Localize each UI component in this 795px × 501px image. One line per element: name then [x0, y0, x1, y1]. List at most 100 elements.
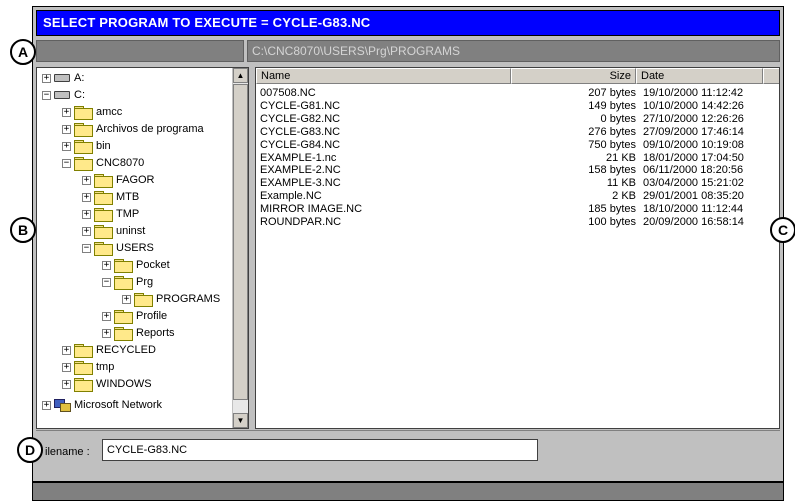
open-folder-icon	[134, 293, 153, 307]
expand-icon[interactable]: +	[62, 362, 71, 372]
tree-item-label: Archivos de programa	[96, 123, 204, 135]
scroll-up-button[interactable]: ▲	[233, 68, 248, 83]
file-size: 750 bytes	[588, 138, 636, 151]
collapse-icon[interactable]: −	[102, 277, 111, 287]
expand-icon[interactable]: +	[62, 345, 71, 355]
file-list-panel[interactable]: Name Size Date 007508.NC 207 bytes 19/10/2…	[255, 67, 780, 429]
expand-icon[interactable]: +	[102, 328, 111, 338]
expand-icon[interactable]: +	[62, 379, 71, 389]
tree-item-label: Microsoft Network	[74, 399, 163, 411]
expand-icon[interactable]: +	[82, 175, 91, 185]
folder-icon	[94, 191, 113, 205]
tree-item[interactable]: + Profile	[102, 309, 168, 324]
expand-icon[interactable]: +	[82, 209, 91, 219]
tree-item[interactable]: + Pocket	[102, 258, 170, 273]
tree-item[interactable]: + RECYCLED	[62, 343, 156, 358]
collapse-icon[interactable]: −	[82, 243, 91, 253]
file-size: 207 bytes	[588, 87, 636, 99]
file-size: 21 KB	[606, 151, 636, 164]
tree-item[interactable]: + MTB	[82, 190, 139, 205]
scroll-down-button[interactable]: ▼	[233, 413, 248, 428]
tree-item[interactable]: + Archivos de programa	[62, 122, 204, 137]
file-row[interactable]: MIRROR IMAGE.NC 185 bytes 18/10/2000 11:12…	[256, 203, 776, 215]
tree-item[interactable]: − USERS	[82, 241, 154, 256]
tree-item[interactable]: + TMP	[82, 207, 139, 222]
expand-icon[interactable]: +	[42, 73, 51, 83]
drive-icon	[54, 74, 70, 82]
filename-label: ilename :	[45, 446, 90, 458]
tree-item[interactable]: − C:	[42, 88, 85, 102]
tree-item-label: RECYCLED	[96, 344, 156, 356]
filename-input[interactable]	[102, 439, 538, 461]
tree-item[interactable]: + PROGRAMS	[122, 292, 220, 307]
tree-item[interactable]: − CNC8070	[62, 156, 144, 171]
folder-icon	[94, 174, 113, 188]
file-name: EXAMPLE-1.nc	[260, 151, 337, 164]
collapse-icon[interactable]: −	[62, 158, 71, 168]
tree-item[interactable]: + bin	[62, 139, 111, 154]
column-header-size[interactable]: Size	[511, 68, 636, 84]
status-strip	[32, 482, 784, 501]
file-row[interactable]: EXAMPLE-2.NC 158 bytes 06/11/2000 18:20:56	[256, 164, 776, 176]
expand-icon[interactable]: +	[102, 311, 111, 321]
column-header-name[interactable]: Name	[256, 68, 511, 84]
tree-item-label: WINDOWS	[96, 378, 152, 390]
file-row[interactable]: CYCLE-G81.NC 149 bytes 10/10/2000 14:42:26	[256, 100, 776, 112]
file-row[interactable]: CYCLE-G82.NC 0 bytes 27/10/2000 12:26:26	[256, 113, 776, 125]
collapse-icon[interactable]: −	[42, 90, 51, 100]
file-size: 158 bytes	[588, 164, 636, 177]
current-path: C:\CNC8070\USERS\Prg\PROGRAMS	[247, 40, 780, 62]
tree-item-label: bin	[96, 140, 111, 152]
tree-item[interactable]: + A:	[42, 71, 84, 85]
path-bar-left	[36, 40, 244, 62]
file-size: 149 bytes	[588, 99, 636, 112]
file-row[interactable]: ROUNDPAR.NC 100 bytes 20/09/2000 16:58:14	[256, 216, 776, 228]
scroll-thumb[interactable]	[233, 84, 248, 400]
tree-item[interactable]: + FAGOR	[82, 173, 155, 188]
file-row[interactable]: Example.NC 2 KB 29/01/2001 08:35:20	[256, 190, 776, 202]
expand-icon[interactable]: +	[82, 192, 91, 202]
expand-icon[interactable]: +	[42, 400, 51, 410]
file-date: 29/01/2001 08:35:20	[643, 190, 744, 203]
tree-item[interactable]: + uninst	[82, 224, 145, 239]
file-name: EXAMPLE-3.NC	[260, 177, 341, 190]
tree-item[interactable]: + tmp	[62, 360, 114, 375]
tree-item[interactable]: + amcc	[62, 105, 123, 120]
folder-icon	[74, 157, 93, 171]
tree-item-label: Profile	[136, 310, 168, 322]
tree-item[interactable]: + Reports	[102, 326, 175, 341]
expand-icon[interactable]: +	[62, 107, 71, 117]
file-row[interactable]: EXAMPLE-3.NC 11 KB 03/04/2000 15:21:02	[256, 177, 776, 189]
tree-item-label: Prg	[136, 276, 154, 288]
tree-item-label: C:	[74, 89, 85, 101]
tree-item[interactable]: − Prg	[102, 275, 154, 290]
title-bar: SELECT PROGRAM TO EXECUTE = CYCLE-G83.NC	[36, 10, 780, 36]
expand-icon[interactable]: +	[82, 226, 91, 236]
tree-item[interactable]: + WINDOWS	[62, 377, 152, 392]
folder-icon	[114, 310, 133, 324]
folder-icon	[114, 327, 133, 341]
tree-scrollbar[interactable]: ▲ ▼	[232, 68, 248, 428]
file-name: 007508.NC	[260, 87, 316, 99]
network-icon	[54, 399, 71, 412]
tree-item[interactable]: + Microsoft Network	[42, 398, 162, 412]
file-row[interactable]: CYCLE-G84.NC 750 bytes 09/10/2000 10:19:08	[256, 139, 776, 151]
folder-icon	[114, 276, 133, 290]
column-header-date[interactable]: Date	[636, 68, 763, 84]
file-row[interactable]: 007508.NC 207 bytes 19/10/2000 11:12:42	[256, 87, 776, 99]
file-name: Example.NC	[260, 190, 322, 203]
file-size: 100 bytes	[588, 216, 636, 228]
file-row[interactable]: EXAMPLE-1.nc 21 KB 18/01/2000 17:04:50	[256, 152, 776, 164]
expand-icon[interactable]: +	[102, 260, 111, 270]
file-row[interactable]: CYCLE-G83.NC 276 bytes 27/09/2000 17:46:14	[256, 126, 776, 138]
file-date: 10/10/2000 14:42:26	[643, 99, 744, 112]
tree-item-label: amcc	[96, 106, 123, 118]
folder-tree-panel[interactable]: + A: − C: + amcc + Archivos de programa + bin − CNC…	[36, 67, 249, 429]
expand-icon[interactable]: +	[62, 124, 71, 134]
file-date: 03/04/2000 15:21:02	[643, 177, 744, 190]
file-size: 276 bytes	[588, 125, 636, 138]
expand-icon[interactable]: +	[122, 294, 131, 304]
file-date: 27/09/2000 17:46:14	[643, 125, 744, 138]
file-date: 18/10/2000 11:12:44	[643, 203, 744, 216]
expand-icon[interactable]: +	[62, 141, 71, 151]
